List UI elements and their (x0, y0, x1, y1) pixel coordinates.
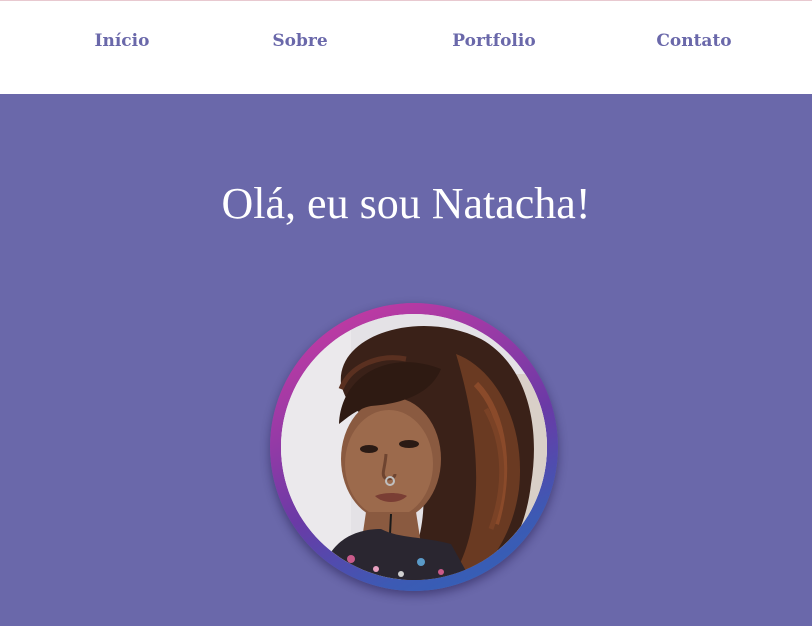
top-navigation: Início Sobre Portfolio Contato (0, 0, 812, 94)
hero-title: Olá, eu sou Natacha! (221, 179, 591, 228)
nav-link-inicio[interactable]: Início (62, 31, 182, 51)
profile-photo-icon (281, 314, 547, 580)
nav-link-portfolio[interactable]: Portfolio (434, 31, 554, 51)
nav-link-contato[interactable]: Contato (634, 31, 754, 51)
avatar (281, 314, 547, 580)
nav-link-sobre[interactable]: Sobre (240, 31, 360, 51)
avatar-ring (270, 303, 558, 591)
